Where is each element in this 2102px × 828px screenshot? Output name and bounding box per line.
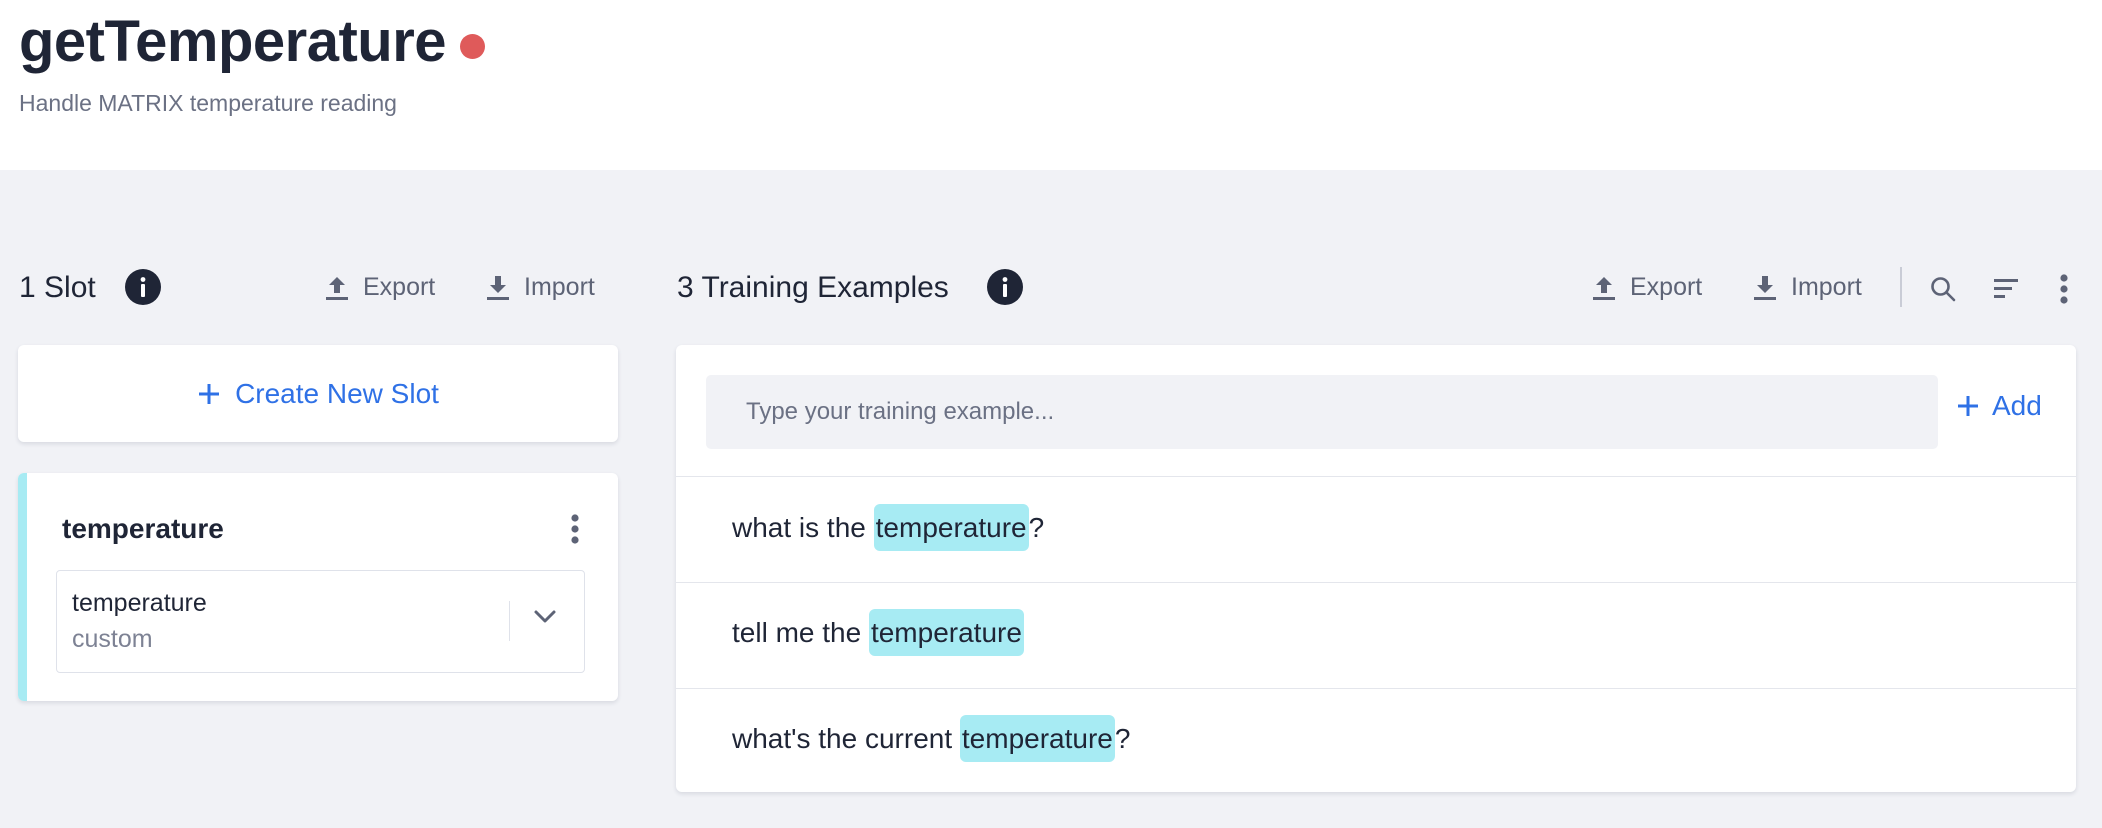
page-subtitle: Handle MATRIX temperature reading [19, 90, 397, 116]
example-text-after: ? [1028, 512, 1045, 543]
add-label: Add [1992, 390, 2042, 421]
search-icon[interactable] [1929, 275, 1957, 303]
slot-more-icon[interactable] [570, 514, 580, 544]
slot-accent-bar [18, 473, 27, 701]
slot-type-kind: custom [72, 625, 153, 653]
training-export-button[interactable]: Export [1590, 273, 1702, 302]
upload-icon [1593, 276, 1615, 300]
slot-highlight[interactable]: temperature [873, 504, 1029, 551]
toolbar-divider [1900, 267, 1902, 307]
title-row: getTemperature [19, 6, 486, 78]
training-example-row[interactable]: tell me the temperature [732, 609, 1024, 656]
upload-icon [326, 276, 348, 300]
status-dot [460, 33, 486, 59]
chevron-down-icon [534, 610, 556, 623]
info-icon[interactable] [987, 269, 1023, 305]
select-separator [509, 601, 510, 641]
create-slot-card: Create New Slot [18, 345, 618, 442]
sort-icon[interactable] [1992, 276, 2020, 302]
row-divider [676, 476, 2076, 477]
example-text-after: ? [1114, 723, 1131, 754]
download-icon [487, 275, 509, 300]
training-card: Add what is the temperature? tell me the… [676, 345, 2076, 792]
example-text-before: tell me the [732, 617, 869, 648]
slot-highlight[interactable]: temperature [868, 609, 1024, 656]
training-example-row[interactable]: what is the temperature? [732, 504, 1045, 551]
slots-import-button[interactable]: Import [484, 273, 595, 302]
row-divider [676, 582, 2076, 583]
info-icon[interactable] [125, 269, 161, 305]
add-example-button[interactable]: Add [1956, 390, 2042, 422]
example-text-before: what's the current [732, 723, 960, 754]
download-icon [1754, 275, 1776, 300]
plus-icon [1958, 396, 1978, 416]
row-divider [676, 688, 2076, 689]
training-import-label: Import [1791, 273, 1862, 301]
slots-import-label: Import [524, 273, 595, 301]
training-example-input[interactable] [706, 375, 1938, 449]
slot-highlight[interactable]: temperature [959, 715, 1115, 762]
page-title: getTemperature [19, 9, 447, 74]
training-title: 3 Training Examples [677, 271, 949, 304]
training-export-label: Export [1630, 273, 1703, 301]
training-example-row[interactable]: what's the current temperature? [732, 715, 1131, 762]
plus-icon [199, 383, 220, 404]
slot-type-select[interactable]: temperature custom [56, 570, 585, 673]
page-header: getTemperature Handle MATRIX temperature… [0, 0, 2102, 170]
slots-export-label: Export [363, 273, 436, 301]
slot-card: temperature temperature custom [18, 473, 618, 701]
slot-name: temperature [62, 513, 224, 544]
example-text-before: what is the [732, 512, 874, 543]
create-new-slot-button[interactable]: Create New Slot [18, 345, 618, 442]
slot-type-value: temperature [72, 589, 207, 617]
training-import-button[interactable]: Import [1751, 273, 1862, 302]
more-vertical-icon[interactable] [2059, 274, 2069, 304]
create-new-slot-label: Create New Slot [235, 377, 439, 409]
slots-title: 1 Slot [19, 271, 96, 304]
slots-export-button[interactable]: Export [323, 273, 435, 302]
